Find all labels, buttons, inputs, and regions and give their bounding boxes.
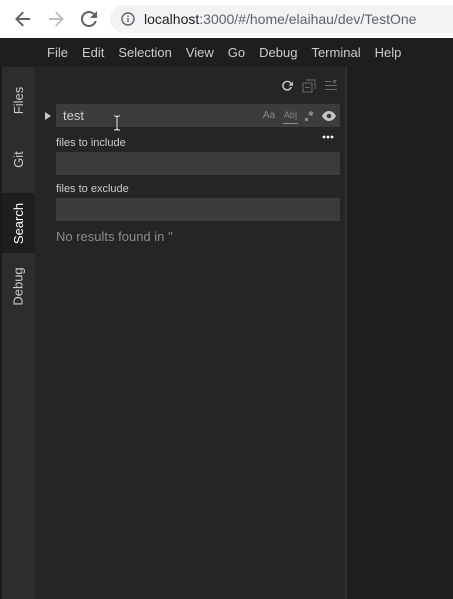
activity-bar: Files Git Search Debug <box>0 67 35 599</box>
more-options-icon[interactable] <box>321 132 335 142</box>
menu-bar: File Edit Selection View Go Debug Termin… <box>0 38 453 67</box>
search-toolbar <box>279 78 339 94</box>
menu-go[interactable]: Go <box>221 38 252 67</box>
editor-area[interactable] <box>347 67 453 599</box>
text-cursor-icon <box>114 115 120 131</box>
arrow-left-icon <box>15 11 30 27</box>
url-path: :3000/#/home/elaihau/dev/TestOne <box>199 11 417 27</box>
search-panel: test Aa Ab| files to include files to ex… <box>35 67 345 599</box>
menu-selection[interactable]: Selection <box>111 38 178 67</box>
reload-icon <box>81 11 97 27</box>
address-bar[interactable]: localhost:3000/#/home/elaihau/dev/TestOn… <box>110 5 453 33</box>
tab-files-label: Files <box>10 86 26 114</box>
back-button[interactable] <box>11 7 35 31</box>
files-to-exclude-label: files to exclude <box>56 183 129 195</box>
tab-git[interactable]: Git <box>2 139 35 179</box>
menu-file[interactable]: File <box>40 38 75 67</box>
menu-view[interactable]: View <box>179 38 221 67</box>
url-host: localhost <box>144 11 200 27</box>
menu-debug[interactable]: Debug <box>252 38 304 67</box>
files-to-exclude-input[interactable] <box>56 198 340 221</box>
browser-toolbar: localhost:3000/#/home/elaihau/dev/TestOn… <box>0 0 453 38</box>
regex-icon[interactable] <box>304 108 316 124</box>
refresh-icon[interactable] <box>279 78 295 94</box>
tab-search[interactable]: Search <box>2 193 35 253</box>
menu-edit[interactable]: Edit <box>75 38 111 67</box>
files-to-include-input[interactable] <box>56 152 340 175</box>
whole-word-toggle[interactable]: Ab| <box>283 108 298 124</box>
files-to-include-label: files to include <box>56 137 126 149</box>
tab-debug[interactable]: Debug <box>2 257 35 315</box>
tab-git-label: Git <box>11 150 26 168</box>
url-text: localhost:3000/#/home/elaihau/dev/TestOn… <box>144 11 416 27</box>
collapse-all-icon[interactable] <box>301 78 317 94</box>
menu-help[interactable]: Help <box>368 38 409 67</box>
ide-window: File Edit Selection View Go Debug Termin… <box>0 38 453 599</box>
tab-files[interactable]: Files <box>2 75 35 125</box>
arrow-right-icon <box>49 11 64 27</box>
reload-button[interactable] <box>77 7 101 31</box>
eye-icon[interactable] <box>322 108 336 124</box>
tab-search-label: Search <box>11 202 27 244</box>
search-input[interactable]: test <box>56 108 261 123</box>
menu-terminal[interactable]: Terminal <box>304 38 367 67</box>
tab-debug-label: Debug <box>11 266 26 306</box>
info-icon[interactable] <box>120 11 136 27</box>
chevron-right-icon[interactable] <box>43 111 53 121</box>
forward-button[interactable] <box>44 7 68 31</box>
match-case-toggle[interactable]: Aa <box>261 108 277 124</box>
search-input-box[interactable]: test Aa Ab| <box>56 104 340 127</box>
clear-results-icon[interactable] <box>323 78 339 94</box>
no-results-message: No results found in '' <box>56 229 173 244</box>
search-options: Aa Ab| <box>261 108 340 124</box>
